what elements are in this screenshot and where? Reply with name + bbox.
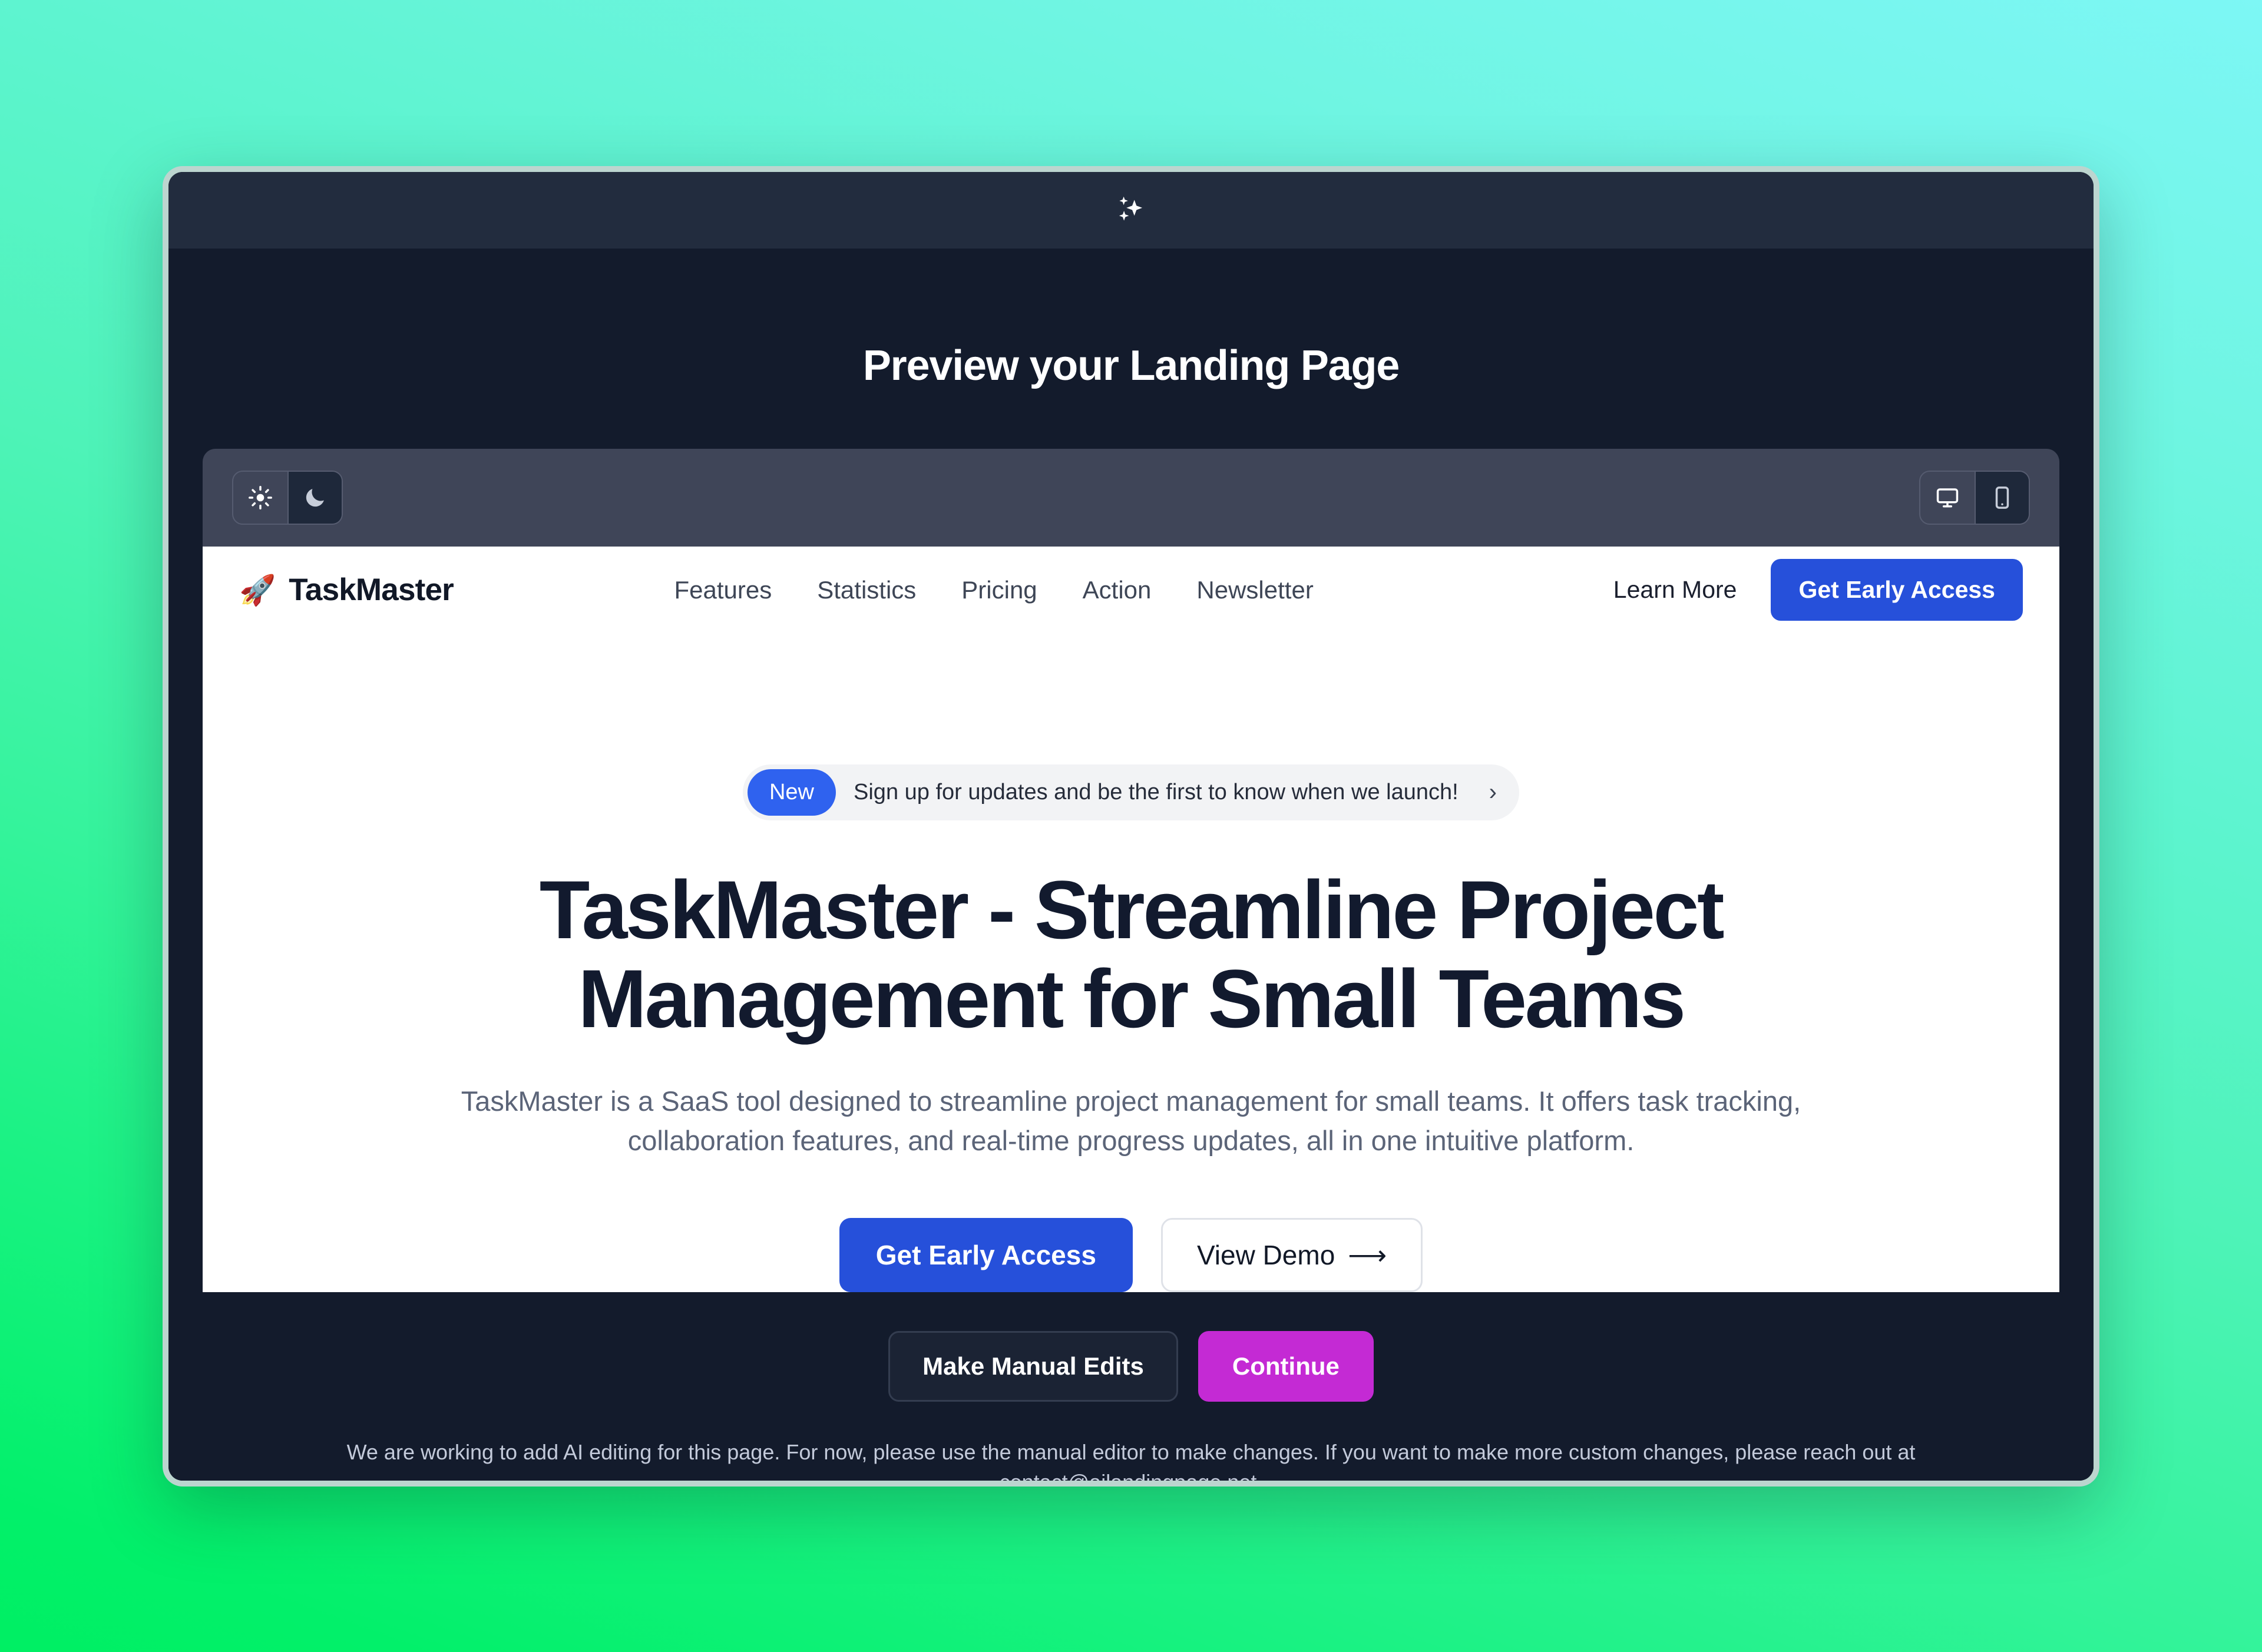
make-manual-edits-button[interactable]: Make Manual Edits xyxy=(888,1331,1178,1402)
hero-view-demo-button[interactable]: View Demo ⟶ xyxy=(1160,1218,1423,1293)
rocket-icon: 🚀 xyxy=(239,573,276,607)
mobile-icon xyxy=(1990,485,2015,510)
new-badge: New xyxy=(747,769,836,816)
hero-subtitle: TaskMaster is a SaaS tool designed to st… xyxy=(461,1085,1801,1156)
view-demo-label: View Demo xyxy=(1196,1240,1335,1271)
nav-get-early-access-button[interactable]: Get Early Access xyxy=(1771,559,2023,621)
hero-actions: Get Early Access View Demo ⟶ xyxy=(839,1218,1423,1293)
device-mobile-button[interactable] xyxy=(1975,471,2029,524)
nav-links: Features Statistics Pricing Action Newsl… xyxy=(603,576,1313,604)
hero-title: TaskMaster - Streamline Project Manageme… xyxy=(539,863,1725,1045)
brand-name: TaskMaster xyxy=(289,572,454,607)
modal-body: Preview your Landing Page 🚀 TaskMaster F… xyxy=(168,248,2094,1487)
sun-icon xyxy=(248,485,273,510)
announcement-text: Sign up for updates and be the first to … xyxy=(854,779,1459,805)
device-toggle-group xyxy=(1919,470,2030,525)
sparkles-icon xyxy=(1113,192,1149,229)
announcement-banner[interactable]: New Sign up for updates and be the first… xyxy=(742,764,1519,820)
preview-modal: Preview your Landing Page 🚀 TaskMaster F… xyxy=(163,165,2099,1487)
theme-toggle-group xyxy=(232,470,343,525)
nav-link-statistics[interactable]: Statistics xyxy=(817,576,916,604)
hero-get-early-access-button[interactable]: Get Early Access xyxy=(839,1218,1133,1293)
page-title: Preview your Landing Page xyxy=(862,342,1400,389)
theme-dark-button[interactable] xyxy=(287,471,342,524)
theme-light-button[interactable] xyxy=(233,472,287,524)
footer-note: We are working to add AI editing for thi… xyxy=(346,1440,1916,1487)
nav-link-features[interactable]: Features xyxy=(674,576,772,604)
nav-link-action[interactable]: Action xyxy=(1083,576,1152,604)
nav-link-newsletter[interactable]: Newsletter xyxy=(1196,576,1313,604)
preview-toolbar xyxy=(203,448,2059,547)
nav-link-pricing[interactable]: Pricing xyxy=(961,576,1037,604)
monitor-icon xyxy=(1935,485,1960,510)
continue-button[interactable]: Continue xyxy=(1198,1331,1374,1402)
footer-actions: Make Manual Edits Continue xyxy=(888,1331,1374,1402)
modal-top-bar xyxy=(168,171,2094,249)
hero-section: New Sign up for updates and be the first… xyxy=(203,634,2059,1293)
landing-page: 🚀 TaskMaster Features Statistics Pricing… xyxy=(203,546,2059,1293)
nav-actions: Learn More Get Early Access xyxy=(1613,559,2023,621)
learn-more-link[interactable]: Learn More xyxy=(1613,576,1737,604)
modal-footer: Make Manual Edits Continue We are workin… xyxy=(168,1292,2094,1487)
moon-icon xyxy=(303,485,328,510)
chevron-right-icon: › xyxy=(1489,779,1497,805)
arrow-right-icon: ⟶ xyxy=(1348,1240,1387,1271)
device-desktop-button[interactable] xyxy=(1920,472,1975,524)
landing-navbar: 🚀 TaskMaster Features Statistics Pricing… xyxy=(203,547,2059,634)
landing-preview-frame: 🚀 TaskMaster Features Statistics Pricing… xyxy=(203,448,2059,1293)
brand-logo[interactable]: 🚀 TaskMaster xyxy=(239,572,454,608)
